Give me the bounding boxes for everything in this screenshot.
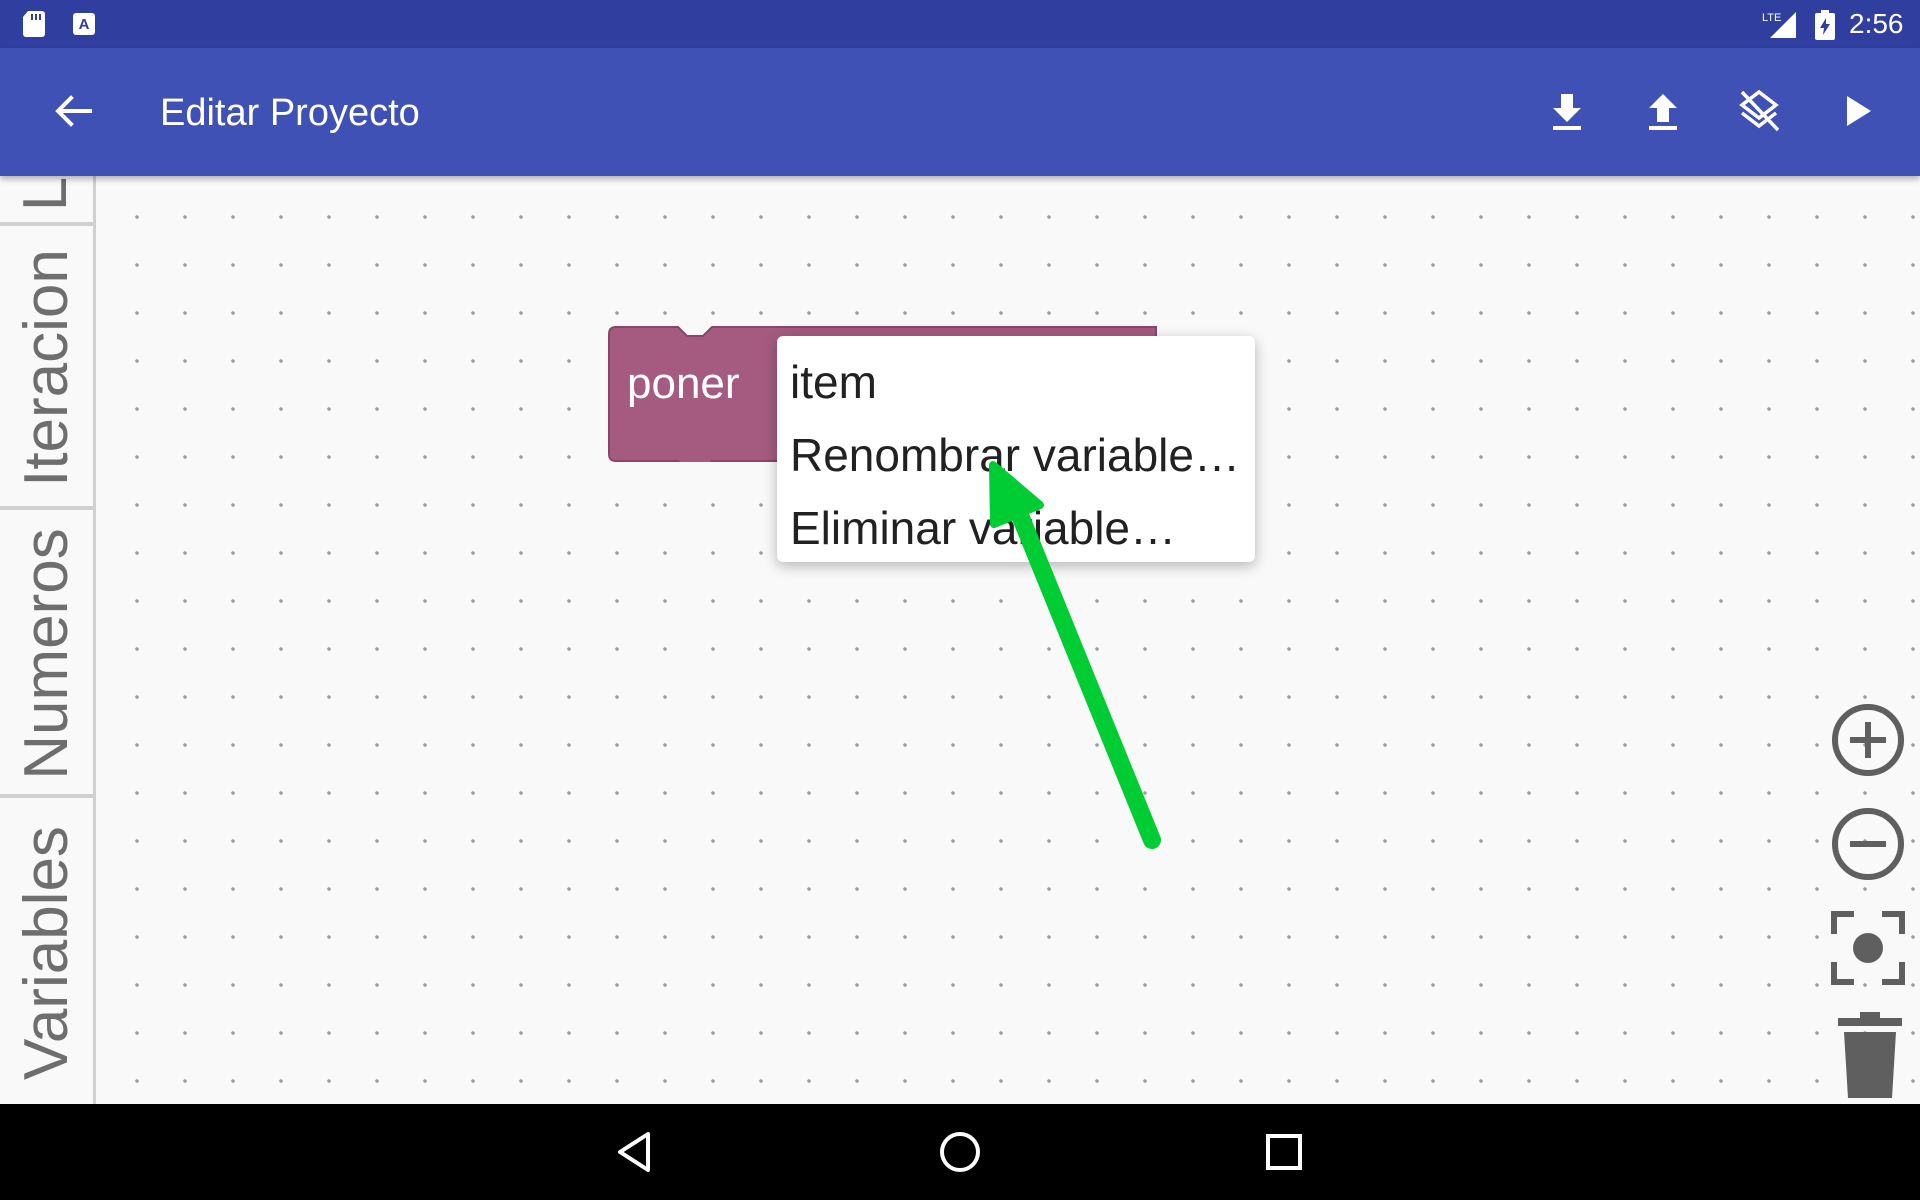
upload-icon[interactable] bbox=[1640, 88, 1686, 134]
clear-layers-icon[interactable] bbox=[1736, 88, 1782, 134]
download-icon[interactable] bbox=[1544, 88, 1590, 134]
zoom-out-icon[interactable] bbox=[1830, 806, 1906, 882]
clock: 2:56 bbox=[1849, 8, 1904, 39]
page-title: Editar Proyecto bbox=[160, 92, 420, 134]
toolbox-tab-label: Numeros bbox=[11, 528, 81, 780]
back-arrow-icon[interactable] bbox=[52, 90, 94, 132]
variable-dropdown-menu: item Renombrar variable… Eliminar variab… bbox=[777, 336, 1255, 562]
workspace-canvas[interactable] bbox=[96, 176, 1920, 1104]
home-nav-icon[interactable] bbox=[936, 1128, 984, 1176]
toolbox-tab-numeros[interactable]: Numeros bbox=[0, 514, 93, 798]
status-bar: A LTE 2:56 bbox=[0, 0, 1920, 48]
toolbox-tab-label: Variables bbox=[11, 826, 81, 1080]
app-bar: Editar Proyecto bbox=[0, 48, 1920, 176]
toolbox-tab-label: Iteracion bbox=[11, 249, 81, 487]
toolbox: L Iteracion Numeros Variables bbox=[0, 176, 96, 1104]
toolbox-tab-label: L bbox=[11, 176, 81, 212]
toolbox-tab-variables[interactable]: Variables bbox=[0, 802, 93, 1104]
menu-item-delete-variable[interactable]: Eliminar variable… bbox=[790, 500, 1176, 556]
run-icon[interactable] bbox=[1834, 88, 1880, 134]
battery-icon bbox=[1815, 10, 1835, 40]
signal-icon: LTE bbox=[1762, 12, 1796, 38]
menu-item-rename-variable[interactable]: Renombrar variable… bbox=[790, 427, 1240, 483]
svg-text:A: A bbox=[79, 16, 90, 33]
block-label: poner bbox=[627, 359, 740, 408]
back-nav-icon[interactable] bbox=[612, 1128, 660, 1176]
sd-card-icon bbox=[23, 11, 45, 37]
trash-icon[interactable] bbox=[1832, 1012, 1908, 1100]
system-navigation-bar bbox=[0, 1104, 1920, 1200]
toolbox-tab-iteracion[interactable]: Iteracion bbox=[0, 230, 93, 510]
network-type: LTE bbox=[1762, 12, 1781, 24]
recenter-icon[interactable] bbox=[1830, 910, 1906, 986]
recents-nav-icon[interactable] bbox=[1260, 1128, 1308, 1176]
zoom-in-icon[interactable] bbox=[1830, 702, 1906, 778]
toolbox-tab-l[interactable]: L bbox=[0, 176, 93, 226]
app-notification-icon: A bbox=[73, 13, 95, 35]
menu-item-variable[interactable]: item bbox=[790, 354, 877, 410]
